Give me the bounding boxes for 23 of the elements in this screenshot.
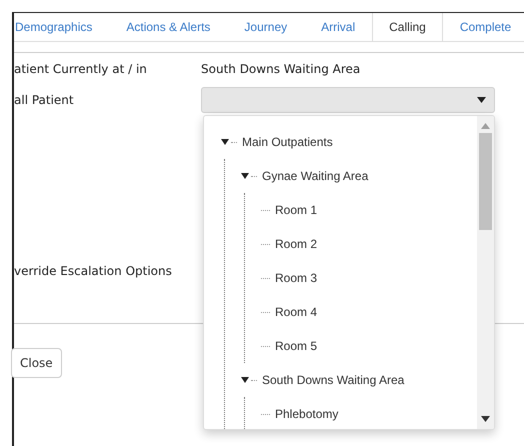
- scroll-thumb[interactable]: [479, 133, 492, 230]
- tree-item[interactable]: Phlebotomy: [275, 407, 338, 421]
- tree-item[interactable]: Room 4: [275, 305, 318, 319]
- tab[interactable]: Calling: [372, 13, 443, 41]
- tree-item[interactable]: South Downs Waiting Area: [262, 373, 404, 387]
- toggle-icon[interactable]: [241, 376, 249, 384]
- field-label: atient Currently at / in: [14, 62, 148, 76]
- tree-item[interactable]: Room 2: [275, 237, 318, 251]
- toggle-icon[interactable]: [221, 138, 229, 146]
- field-value: South Downs Waiting Area: [201, 62, 360, 76]
- toggle-icon[interactable]: [241, 172, 249, 180]
- scroll-down-icon[interactable]: [481, 416, 490, 422]
- field-label: verride Escalation Options: [14, 264, 173, 278]
- tree-item[interactable]: Room 1: [275, 203, 318, 217]
- caret-icon: [477, 97, 486, 103]
- tree-item[interactable]: Room 3: [275, 271, 318, 285]
- tree-item[interactable]: Gynae Waiting Area: [262, 169, 368, 183]
- tree-item[interactable]: Room 5: [275, 339, 318, 353]
- field-label: all Patient: [14, 93, 75, 107]
- tree-item[interactable]: Main Outpatients: [242, 135, 333, 149]
- select-field[interactable]: [201, 87, 495, 113]
- close-button[interactable]: Close: [11, 348, 62, 378]
- scrollbar[interactable]: [477, 116, 494, 429]
